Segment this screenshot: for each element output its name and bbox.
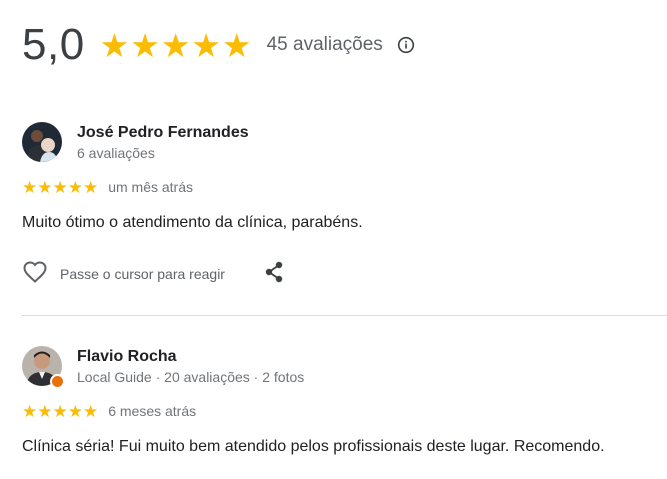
rating-summary: 5,0 ★★★★★ 45 avaliações xyxy=(22,20,415,70)
review-date: 6 meses atrás xyxy=(108,403,197,419)
review-text: Clínica séria! Fui muito bem atendido pe… xyxy=(22,438,605,455)
reviewer-name[interactable]: José Pedro Fernandes xyxy=(77,123,249,143)
review-card: Flavio Rocha Local Guide · 20 avaliações… xyxy=(22,346,667,459)
info-icon[interactable] xyxy=(397,36,415,54)
reviewer-avatar[interactable] xyxy=(22,346,65,389)
share-icon[interactable] xyxy=(263,260,285,289)
reviewer-stats: Local Guide · 20 avaliações · 2 fotos xyxy=(77,369,305,385)
local-guide-badge-icon xyxy=(50,374,65,389)
react-hint: Passe o cursor para reagir xyxy=(60,266,225,282)
reviews-count[interactable]: 45 avaliações xyxy=(267,34,383,56)
reviewer-name[interactable]: Flavio Rocha xyxy=(77,347,304,367)
review-text: Muito ótimo o atendimento da clínica, pa… xyxy=(22,214,363,231)
reviewer-stats: 6 avaliações xyxy=(77,145,155,161)
review-card: José Pedro Fernandes 6 avaliações ★★★★★ … xyxy=(22,122,667,288)
review-stars: ★★★★★ xyxy=(22,177,99,197)
heart-icon[interactable] xyxy=(22,260,48,289)
review-divider xyxy=(22,315,667,316)
review-stars: ★★★★★ xyxy=(22,401,99,421)
review-date: um mês atrás xyxy=(108,179,194,195)
average-rating: 5,0 xyxy=(22,20,85,69)
reviewer-avatar[interactable] xyxy=(22,122,62,162)
average-rating-stars: ★★★★★ xyxy=(99,26,253,64)
